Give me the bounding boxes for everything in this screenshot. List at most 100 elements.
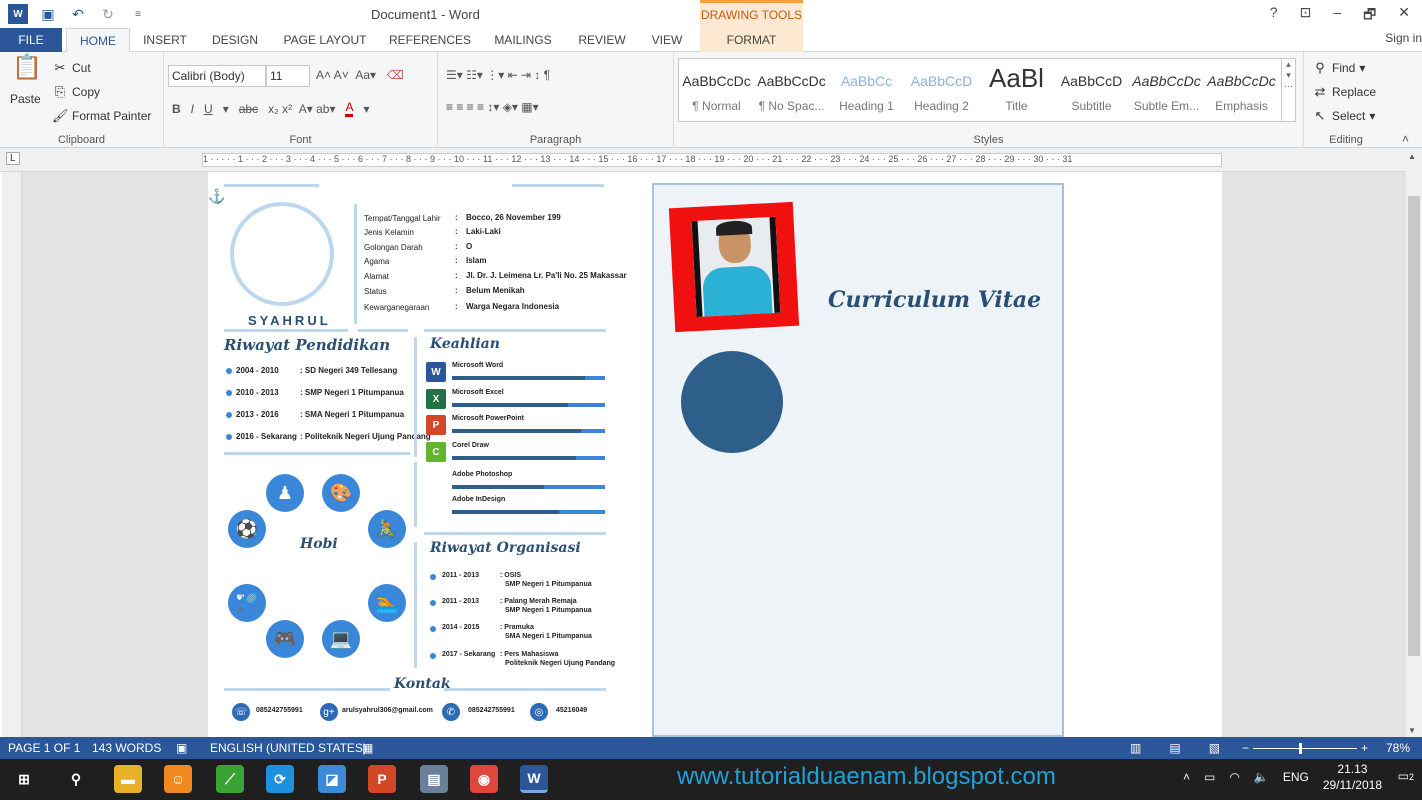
format-painter-button[interactable]: 🖌 Format Painter	[52, 108, 151, 124]
sign-in-link[interactable]: Sign in	[1385, 31, 1422, 45]
sync-app-icon[interactable]: ⟳	[266, 765, 294, 793]
tray-chevron-icon[interactable]: ˄	[1183, 770, 1190, 784]
help-button[interactable]: ?	[1270, 4, 1278, 28]
editing-group-label: Editing	[1329, 134, 1363, 146]
macro-icon[interactable]: ▦	[362, 737, 373, 759]
font-size-select[interactable]: 11	[266, 65, 310, 87]
volume-icon[interactable]: 🔈	[1254, 770, 1269, 784]
replace-icon: ⇄	[1314, 84, 1326, 99]
web-layout-icon[interactable]: ▧	[1209, 737, 1220, 759]
tab-selector[interactable]: L	[6, 152, 20, 165]
minimize-button[interactable]: –	[1333, 4, 1341, 28]
powerpoint-icon[interactable]: P	[368, 765, 396, 793]
select-label: Select	[1332, 109, 1366, 123]
font-name-select[interactable]: Calibri (Body)	[168, 65, 266, 87]
align-buttons[interactable]: ≡ ≡ ≡ ≡ ↕▾ ◈▾ ▦▾	[446, 100, 539, 114]
tab-review[interactable]: REVIEW	[570, 28, 634, 52]
vertical-ruler[interactable]	[2, 172, 22, 737]
tab-format[interactable]: FORMAT	[700, 28, 803, 52]
style-name: Title	[1005, 99, 1028, 113]
style-item[interactable]: AaBbCcDc Emphasis	[1204, 59, 1279, 121]
document-workspace: ⚓ SYAHRUL Tempat/Tanggal Lahir: Bocco, 26…	[22, 172, 1406, 737]
coreldraw-icon[interactable]: ⟋	[216, 765, 244, 793]
vertical-scrollbar[interactable]: ▲ ▼	[1406, 150, 1422, 737]
scroll-up-icon[interactable]: ▲	[1408, 152, 1416, 161]
skill-name: Microsoft Excel	[452, 389, 504, 396]
cut-button[interactable]: ✂ Cut	[52, 60, 91, 76]
font-group: Calibri (Body) 11 A˄ A˅ Aa▾ ⌫ B I U ▾ abc x…	[164, 52, 438, 148]
paste-button[interactable]: 📋 Paste	[10, 56, 42, 107]
tab-insert[interactable]: INSERT	[136, 28, 194, 52]
customize-qat-icon[interactable]: ≡	[128, 4, 148, 24]
tab-file[interactable]: FILE	[0, 28, 62, 52]
proofing-icon[interactable]: ▣	[176, 737, 187, 759]
print-layout-icon[interactable]: ▤	[1169, 737, 1180, 759]
edu-school: : SMA Negeri 1 Pitumpanua	[300, 410, 405, 419]
style-item[interactable]: AaBbCcDc ¶ No Spac...	[754, 59, 829, 121]
style-item[interactable]: AaBbCc Heading 1	[829, 59, 904, 121]
uc-browser-icon[interactable]: ☺	[164, 765, 192, 793]
word-count[interactable]: 143 WORDS	[92, 737, 161, 759]
cover-panel[interactable]: Curriculum Vitae	[652, 183, 1064, 737]
paragraph-group-label: Paragraph	[529, 134, 582, 146]
tab-references[interactable]: REFERENCES	[384, 28, 476, 52]
tab-view[interactable]: VIEW	[644, 28, 690, 52]
font-size-buttons[interactable]: A˄ A˅ Aa▾ ⌫	[316, 68, 404, 82]
bullet-dot	[226, 368, 232, 374]
style-item[interactable]: AaBbCcD Subtitle	[1054, 59, 1129, 121]
font-format-buttons[interactable]: B I U ▾ abc x₂ x² A▾ ab▾ A ▾	[172, 100, 370, 117]
skill-name: Adobe InDesign	[452, 496, 506, 503]
zoom-level[interactable]: 78%	[1386, 737, 1410, 759]
read-mode-icon[interactable]: ▥	[1130, 737, 1141, 759]
taskbar: ⊞ ⚲ ▬ ☺ ⟋ ⟳ ◪ P ▤ ◉ W www.tutorialduaena…	[0, 759, 1422, 800]
word-taskbar-icon[interactable]: W	[520, 765, 548, 793]
style-item[interactable]: AaBbCcD Heading 2	[904, 59, 979, 121]
save-icon[interactable]: ▣	[38, 4, 58, 24]
scroll-down-icon[interactable]: ▼	[1408, 726, 1416, 735]
language-indicator[interactable]: ENGLISH (UNITED STATES)	[210, 737, 367, 759]
horizontal-ruler[interactable]: 1 · · · · · 1 · · · 2 · · · 3 · · · 4 · …	[202, 153, 1222, 167]
list-buttons[interactable]: ☰▾ ☷▾ ⋮▾ ⇤ ⇥ ↕ ¶	[446, 68, 550, 82]
replace-button[interactable]: ⇄ Replace	[1312, 84, 1376, 100]
ruler-bar: L 1 · · · · · 1 · · · 2 · · · 3 · · · 4 …	[0, 148, 1422, 172]
style-item[interactable]: AaBl Title	[979, 59, 1054, 121]
org-year: 2017 - Sekarang	[442, 651, 496, 658]
undo-icon[interactable]: ↶	[68, 4, 88, 24]
paste-label: Paste	[10, 92, 41, 106]
notification-center-icon[interactable]: ▭2	[1398, 769, 1414, 783]
skill-name: Microsoft PowerPoint	[452, 415, 524, 422]
find-button[interactable]: ⚲ Find ▾	[1312, 60, 1365, 76]
file-explorer-icon[interactable]: ▬	[114, 765, 142, 793]
copy-button[interactable]: ⎘ Copy	[52, 84, 100, 100]
wifi-icon[interactable]: ◠	[1229, 770, 1239, 784]
replace-label: Replace	[1332, 85, 1377, 99]
tab-home[interactable]: HOME	[66, 28, 130, 53]
zoom-slider[interactable]: − +	[1242, 737, 1368, 759]
gallery-scroll[interactable]: ▴ ▾ ⋯	[1281, 59, 1295, 121]
style-item[interactable]: AaBbCcDc ¶ Normal	[679, 59, 754, 121]
maximize-button[interactable]: 🗗	[1363, 4, 1376, 28]
search-icon[interactable]: ⚲	[62, 765, 90, 793]
tab-design[interactable]: DESIGN	[204, 28, 266, 52]
ribbon-display-button[interactable]: ⊡	[1300, 4, 1312, 28]
word-icon[interactable]: W	[8, 4, 28, 24]
collapse-ribbon-icon[interactable]: ˄	[1402, 132, 1409, 146]
tab-page-layout[interactable]: PAGE LAYOUT	[276, 28, 374, 52]
select-button[interactable]: ↖ Select ▾	[1312, 108, 1376, 124]
input-language[interactable]: ENG	[1283, 770, 1309, 784]
camera-app-icon[interactable]: ◉	[470, 765, 498, 793]
scroll-thumb[interactable]	[1408, 196, 1420, 656]
photo-app-icon[interactable]: ◪	[318, 765, 346, 793]
windows-start-icon[interactable]: ⊞	[10, 765, 38, 793]
redo-icon[interactable]: ↻	[98, 4, 118, 24]
document-page[interactable]: ⚓ SYAHRUL Tempat/Tanggal Lahir: Bocco, 26…	[208, 172, 1222, 737]
photo-frame	[668, 201, 800, 333]
page-count[interactable]: PAGE 1 OF 1	[8, 737, 80, 759]
clock[interactable]: 21.13 29/11/2018	[1323, 761, 1382, 793]
tab-mailings[interactable]: MAILINGS	[486, 28, 560, 52]
network-app-icon[interactable]: ▤	[420, 765, 448, 793]
battery-icon[interactable]: ▭	[1204, 770, 1215, 784]
style-item[interactable]: AaBbCcDc Subtle Em...	[1129, 59, 1204, 121]
close-button[interactable]: ✕	[1398, 4, 1410, 28]
view-buttons[interactable]: ▥ ▤ ▧	[1130, 737, 1220, 759]
